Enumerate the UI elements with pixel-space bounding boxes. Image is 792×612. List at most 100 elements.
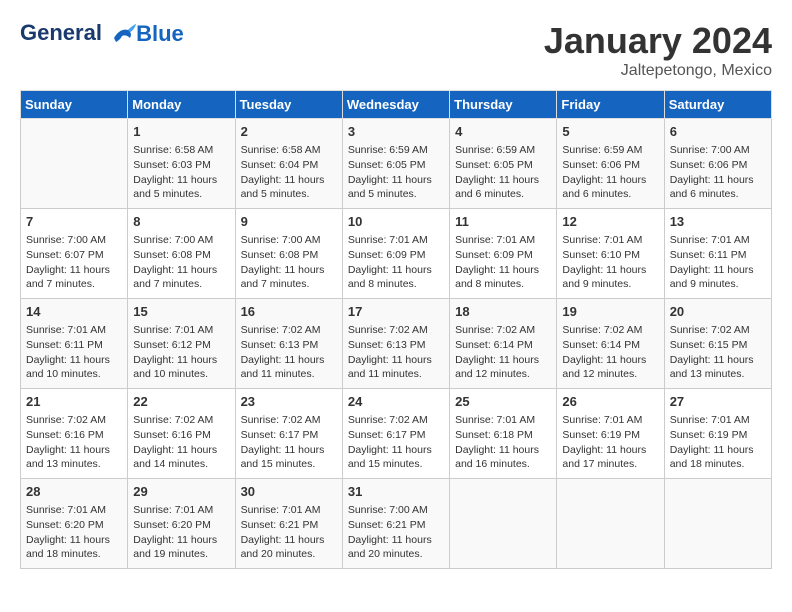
weekday-header-saturday: Saturday xyxy=(664,91,771,119)
calendar-week-row: 1 Sunrise: 6:58 AMSunset: 6:03 PMDaylight… xyxy=(21,119,772,209)
calendar-cell: 20 Sunrise: 7:02 AMSunset: 6:15 PMDayligh… xyxy=(664,299,771,389)
day-detail: Sunrise: 7:01 AMSunset: 6:18 PMDaylight:… xyxy=(455,413,551,472)
day-detail: Sunrise: 7:01 AMSunset: 6:12 PMDaylight:… xyxy=(133,323,229,382)
logo-bird-icon xyxy=(110,20,138,48)
day-detail: Sunrise: 6:59 AMSunset: 6:05 PMDaylight:… xyxy=(455,143,551,202)
day-detail: Sunrise: 7:02 AMSunset: 6:13 PMDaylight:… xyxy=(241,323,337,382)
day-number: 6 xyxy=(670,123,766,141)
day-detail: Sunrise: 7:02 AMSunset: 6:17 PMDaylight:… xyxy=(348,413,444,472)
day-detail: Sunrise: 6:58 AMSunset: 6:03 PMDaylight:… xyxy=(133,143,229,202)
day-number: 14 xyxy=(26,303,122,321)
calendar-cell xyxy=(450,479,557,569)
calendar-cell: 9 Sunrise: 7:00 AMSunset: 6:08 PMDaylight… xyxy=(235,209,342,299)
day-detail: Sunrise: 7:01 AMSunset: 6:19 PMDaylight:… xyxy=(670,413,766,472)
day-detail: Sunrise: 7:01 AMSunset: 6:20 PMDaylight:… xyxy=(26,503,122,562)
calendar-week-row: 28 Sunrise: 7:01 AMSunset: 6:20 PMDayligh… xyxy=(21,479,772,569)
logo-text-general: General xyxy=(20,20,102,45)
day-detail: Sunrise: 6:59 AMSunset: 6:06 PMDaylight:… xyxy=(562,143,658,202)
day-number: 17 xyxy=(348,303,444,321)
day-detail: Sunrise: 7:02 AMSunset: 6:14 PMDaylight:… xyxy=(562,323,658,382)
calendar-cell: 27Sunrise: 7:01 AMSunset: 6:19 PMDayligh… xyxy=(664,389,771,479)
day-detail: Sunrise: 7:02 AMSunset: 6:16 PMDaylight:… xyxy=(26,413,122,472)
calendar-week-row: 7 Sunrise: 7:00 AMSunset: 6:07 PMDaylight… xyxy=(21,209,772,299)
calendar-title-block: January 2024 Jaltepetongo, Mexico xyxy=(544,20,772,80)
day-number: 2 xyxy=(241,123,337,141)
day-number: 12 xyxy=(562,213,658,231)
day-number: 11 xyxy=(455,213,551,231)
calendar-cell: 3Sunrise: 6:59 AMSunset: 6:05 PMDaylight… xyxy=(342,119,449,209)
day-number: 1 xyxy=(133,123,229,141)
weekday-header-tuesday: Tuesday xyxy=(235,91,342,119)
calendar-cell: 11 Sunrise: 7:01 AMSunset: 6:09 PMDayligh… xyxy=(450,209,557,299)
weekday-header-row: SundayMondayTuesdayWednesdayThursdayFrid… xyxy=(21,91,772,119)
month-title: January 2024 xyxy=(544,20,772,62)
day-detail: Sunrise: 7:02 AMSunset: 6:14 PMDaylight:… xyxy=(455,323,551,382)
day-number: 13 xyxy=(670,213,766,231)
day-detail: Sunrise: 7:02 AMSunset: 6:17 PMDaylight:… xyxy=(241,413,337,472)
calendar-cell: 29Sunrise: 7:01 AMSunset: 6:20 PMDayligh… xyxy=(128,479,235,569)
calendar-cell: 26 Sunrise: 7:01 AMSunset: 6:19 PMDayligh… xyxy=(557,389,664,479)
day-number: 30 xyxy=(241,483,337,501)
day-number: 29 xyxy=(133,483,229,501)
calendar-cell: 4 Sunrise: 6:59 AMSunset: 6:05 PMDaylight… xyxy=(450,119,557,209)
weekday-header-wednesday: Wednesday xyxy=(342,91,449,119)
day-detail: Sunrise: 7:01 AMSunset: 6:11 PMDaylight:… xyxy=(670,233,766,292)
calendar-cell: 10 Sunrise: 7:01 AMSunset: 6:09 PMDayligh… xyxy=(342,209,449,299)
day-number: 21 xyxy=(26,393,122,411)
day-detail: Sunrise: 7:01 AMSunset: 6:21 PMDaylight:… xyxy=(241,503,337,562)
day-number: 8 xyxy=(133,213,229,231)
day-detail: Sunrise: 7:02 AMSunset: 6:16 PMDaylight:… xyxy=(133,413,229,472)
calendar-cell: 13 Sunrise: 7:01 AMSunset: 6:11 PMDayligh… xyxy=(664,209,771,299)
calendar-cell: 8Sunrise: 7:00 AMSunset: 6:08 PMDaylight… xyxy=(128,209,235,299)
day-number: 22 xyxy=(133,393,229,411)
calendar-cell: 7 Sunrise: 7:00 AMSunset: 6:07 PMDaylight… xyxy=(21,209,128,299)
day-detail: Sunrise: 7:01 AMSunset: 6:11 PMDaylight:… xyxy=(26,323,122,382)
day-detail: Sunrise: 7:01 AMSunset: 6:10 PMDaylight:… xyxy=(562,233,658,292)
day-number: 10 xyxy=(348,213,444,231)
weekday-header-sunday: Sunday xyxy=(21,91,128,119)
day-detail: Sunrise: 7:02 AMSunset: 6:15 PMDaylight:… xyxy=(670,323,766,382)
calendar-cell: 30 Sunrise: 7:01 AMSunset: 6:21 PMDayligh… xyxy=(235,479,342,569)
calendar-cell xyxy=(21,119,128,209)
day-detail: Sunrise: 6:59 AMSunset: 6:05 PMDaylight:… xyxy=(348,143,444,202)
day-number: 25 xyxy=(455,393,551,411)
day-detail: Sunrise: 7:00 AMSunset: 6:07 PMDaylight:… xyxy=(26,233,122,292)
calendar-table: SundayMondayTuesdayWednesdayThursdayFrid… xyxy=(20,90,772,569)
calendar-cell: 21 Sunrise: 7:02 AMSunset: 6:16 PMDayligh… xyxy=(21,389,128,479)
calendar-cell: 19 Sunrise: 7:02 AMSunset: 6:14 PMDayligh… xyxy=(557,299,664,389)
day-detail: Sunrise: 7:00 AMSunset: 6:08 PMDaylight:… xyxy=(241,233,337,292)
day-number: 23 xyxy=(241,393,337,411)
calendar-cell: 2 Sunrise: 6:58 AMSunset: 6:04 PMDaylight… xyxy=(235,119,342,209)
day-detail: Sunrise: 7:01 AMSunset: 6:09 PMDaylight:… xyxy=(348,233,444,292)
day-number: 15 xyxy=(133,303,229,321)
day-number: 4 xyxy=(455,123,551,141)
logo: General Blue xyxy=(20,20,184,48)
day-number: 9 xyxy=(241,213,337,231)
day-number: 19 xyxy=(562,303,658,321)
day-number: 28 xyxy=(26,483,122,501)
day-detail: Sunrise: 6:58 AMSunset: 6:04 PMDaylight:… xyxy=(241,143,337,202)
weekday-header-monday: Monday xyxy=(128,91,235,119)
weekday-header-thursday: Thursday xyxy=(450,91,557,119)
calendar-week-row: 14 Sunrise: 7:01 AMSunset: 6:11 PMDayligh… xyxy=(21,299,772,389)
calendar-cell: 15 Sunrise: 7:01 AMSunset: 6:12 PMDayligh… xyxy=(128,299,235,389)
calendar-cell: 24Sunrise: 7:02 AMSunset: 6:17 PMDayligh… xyxy=(342,389,449,479)
day-detail: Sunrise: 7:00 AMSunset: 6:21 PMDaylight:… xyxy=(348,503,444,562)
day-detail: Sunrise: 7:01 AMSunset: 6:09 PMDaylight:… xyxy=(455,233,551,292)
calendar-cell: 16Sunrise: 7:02 AMSunset: 6:13 PMDayligh… xyxy=(235,299,342,389)
day-number: 20 xyxy=(670,303,766,321)
calendar-week-row: 21 Sunrise: 7:02 AMSunset: 6:16 PMDayligh… xyxy=(21,389,772,479)
calendar-cell: 17Sunrise: 7:02 AMSunset: 6:13 PMDayligh… xyxy=(342,299,449,389)
page-header: General Blue January 2024 Jaltepetongo, … xyxy=(20,20,772,80)
weekday-header-friday: Friday xyxy=(557,91,664,119)
day-number: 26 xyxy=(562,393,658,411)
day-detail: Sunrise: 7:01 AMSunset: 6:19 PMDaylight:… xyxy=(562,413,658,472)
calendar-cell: 31Sunrise: 7:00 AMSunset: 6:21 PMDayligh… xyxy=(342,479,449,569)
calendar-cell: 6Sunrise: 7:00 AMSunset: 6:06 PMDaylight… xyxy=(664,119,771,209)
calendar-cell: 22 Sunrise: 7:02 AMSunset: 6:16 PMDayligh… xyxy=(128,389,235,479)
calendar-cell: 12 Sunrise: 7:01 AMSunset: 6:10 PMDayligh… xyxy=(557,209,664,299)
calendar-cell xyxy=(557,479,664,569)
calendar-cell: 14 Sunrise: 7:01 AMSunset: 6:11 PMDayligh… xyxy=(21,299,128,389)
calendar-cell: 23 Sunrise: 7:02 AMSunset: 6:17 PMDayligh… xyxy=(235,389,342,479)
day-number: 7 xyxy=(26,213,122,231)
